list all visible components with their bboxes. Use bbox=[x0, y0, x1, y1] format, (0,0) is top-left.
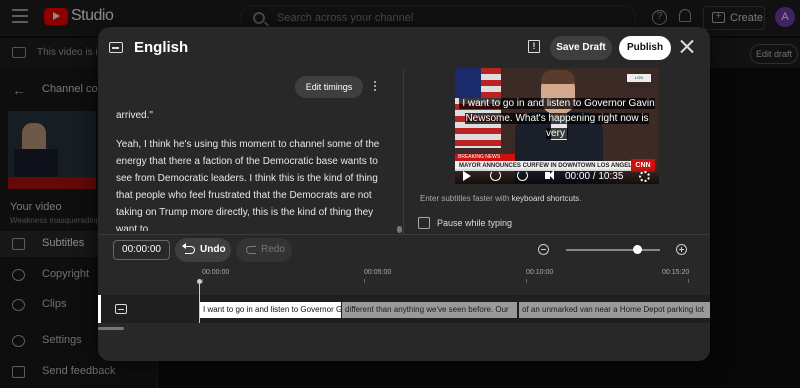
pause-while-typing-label[interactable]: Pause while typing bbox=[437, 218, 512, 228]
subtitle-segment[interactable]: I want to go in and listen to Governor G… bbox=[200, 302, 341, 318]
zoom-out-icon[interactable] bbox=[538, 244, 549, 255]
toolbar-divider bbox=[98, 234, 710, 235]
rewind-icon[interactable] bbox=[490, 170, 501, 181]
transcript-paragraph[interactable]: Yeah, I think he's using this moment to … bbox=[116, 136, 391, 231]
playback-time: 00:00 / 10:35 bbox=[565, 171, 624, 182]
player-settings-icon[interactable] bbox=[639, 171, 650, 182]
shortcuts-hint: Enter subtitles faster with keyboard sho… bbox=[420, 194, 581, 203]
zoom-slider-thumb[interactable] bbox=[632, 245, 642, 254]
closed-captions-icon bbox=[115, 304, 127, 314]
tick-label: 00:05:00 bbox=[364, 269, 392, 276]
volume-icon[interactable] bbox=[545, 170, 554, 180]
closed-captions-icon bbox=[109, 42, 123, 53]
transcript-scrollbar[interactable] bbox=[397, 226, 402, 233]
location-badge: LOS ANGELES bbox=[627, 74, 651, 88]
dialog-header: English ! Save Draft Publish bbox=[98, 27, 710, 68]
subtitle-track: I want to go in and listen to Governor G… bbox=[98, 295, 710, 323]
publish-button[interactable]: Publish bbox=[619, 36, 671, 60]
undo-icon bbox=[182, 243, 195, 254]
transcript-paragraph[interactable]: arrived." bbox=[116, 107, 391, 124]
panel-divider bbox=[403, 68, 404, 234]
undo-button[interactable]: Undo bbox=[175, 238, 231, 262]
keyboard-shortcuts-link[interactable]: keyboard shortcuts bbox=[512, 194, 580, 203]
hint-suffix: . bbox=[579, 194, 582, 203]
track-header bbox=[98, 295, 186, 323]
redo-icon bbox=[246, 246, 256, 254]
subtitle-segment[interactable]: different than anything we've seen befor… bbox=[342, 302, 517, 318]
undo-label: Undo bbox=[200, 244, 226, 255]
zoom-in-icon[interactable] bbox=[676, 244, 687, 255]
player-controls: 00:00 / 10:35 bbox=[455, 168, 659, 184]
close-icon[interactable] bbox=[680, 39, 694, 53]
hint-text: Enter subtitles faster with bbox=[420, 194, 512, 203]
tick-label: 00:10:00 bbox=[526, 269, 554, 276]
redo-label: Redo bbox=[261, 244, 285, 255]
caption-text: I want to go in and listen to Governor G… bbox=[459, 98, 655, 139]
subtitle-segment[interactable]: of an unmarked van near a Home Depot par… bbox=[519, 302, 710, 318]
redo-button[interactable]: Redo bbox=[236, 238, 292, 262]
feedback-icon[interactable]: ! bbox=[528, 40, 540, 53]
playhead-line bbox=[199, 283, 200, 323]
tick-label: 00:15:20 bbox=[662, 269, 690, 276]
timeline-scrollbar[interactable] bbox=[98, 327, 124, 330]
play-icon[interactable] bbox=[463, 171, 471, 181]
edit-timings-button[interactable]: Edit timings bbox=[295, 76, 363, 98]
transcript-editor[interactable]: arrived." Yeah, I think he's using this … bbox=[116, 107, 391, 231]
current-time-field[interactable]: 00:00:00 bbox=[113, 240, 170, 260]
video-preview[interactable]: LOS ANGELES I want to go in and listen t… bbox=[455, 68, 659, 184]
language-title: English bbox=[134, 39, 189, 56]
caption-overlay: I want to go in and listen to Governor G… bbox=[459, 96, 655, 141]
subtitle-editor-dialog: English ! Save Draft Publish Edit timing… bbox=[98, 27, 710, 361]
forward-icon[interactable] bbox=[517, 170, 528, 181]
pause-while-typing-checkbox[interactable] bbox=[418, 217, 430, 229]
save-draft-button[interactable]: Save Draft bbox=[550, 36, 612, 60]
tick-label: 00:00:00 bbox=[202, 269, 230, 276]
breaking-news-banner: BREAKING NEWS bbox=[455, 154, 515, 161]
more-options-icon[interactable] bbox=[374, 81, 377, 93]
timeline-ruler: 00:00:00 00:05:00 00:10:00 00:15:20 bbox=[196, 269, 710, 283]
zoom-slider[interactable] bbox=[566, 245, 660, 254]
